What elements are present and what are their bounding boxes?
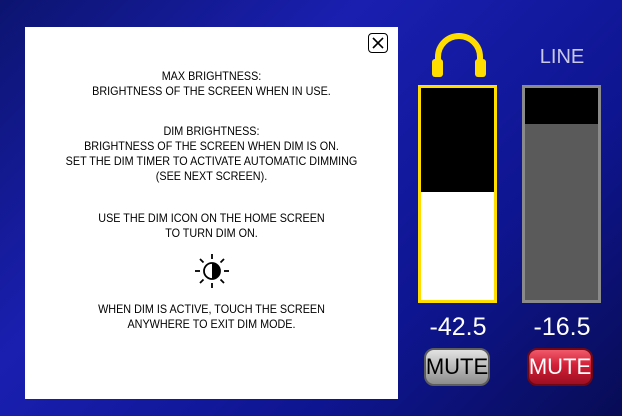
dim-icon	[195, 254, 229, 288]
headphones-icon	[432, 33, 486, 77]
dim-brightness-description: BRIGHTNESS OF THE SCREEN WHEN DIM IS ON.	[84, 139, 339, 153]
headphone-level-meter	[418, 85, 497, 303]
close-button[interactable]	[368, 33, 388, 53]
line-mute-button[interactable]: MUTE	[527, 348, 593, 386]
line-level-meter	[522, 85, 601, 303]
exit-dim-instruction: WHEN DIM IS ACTIVE, TOUCH THE SCREEN	[98, 302, 325, 316]
headphone-level-readout: -42.5	[429, 313, 487, 341]
dim-icon-instruction: USE THE DIM ICON ON THE HOME SCREEN	[98, 211, 325, 225]
line-level-readout: -16.5	[533, 313, 591, 341]
dim-timer-instruction: SET THE DIM TIMER TO ACTIVATE AUTOMATIC …	[65, 154, 358, 168]
headphone-meter-empty	[421, 88, 494, 192]
dim-timer-reference: (SEE NEXT SCREEN).	[155, 169, 268, 183]
line-meter-empty	[525, 88, 598, 125]
line-label: LINE	[539, 46, 585, 68]
headphone-mute-label: MUTE	[425, 354, 489, 379]
dim-brightness-heading: DIM BRIGHTNESS:	[163, 124, 260, 138]
headphone-mute-button[interactable]: MUTE	[424, 348, 490, 386]
max-brightness-heading: MAX BRIGHTNESS:	[161, 69, 262, 83]
headphone-meter-fill	[421, 191, 494, 300]
max-brightness-description: BRIGHTNESS OF THE SCREEN WHEN IN USE.	[92, 84, 331, 98]
line-meter-fill	[525, 124, 598, 300]
help-panel: MAX BRIGHTNESS: BRIGHTNESS OF THE SCREEN…	[25, 27, 398, 399]
exit-dim-instruction-cont: ANYWHERE TO EXIT DIM MODE.	[127, 317, 296, 331]
close-icon	[372, 37, 384, 49]
dim-icon-instruction-cont: TO TURN DIM ON.	[165, 226, 258, 240]
line-mute-label: MUTE	[528, 354, 592, 379]
